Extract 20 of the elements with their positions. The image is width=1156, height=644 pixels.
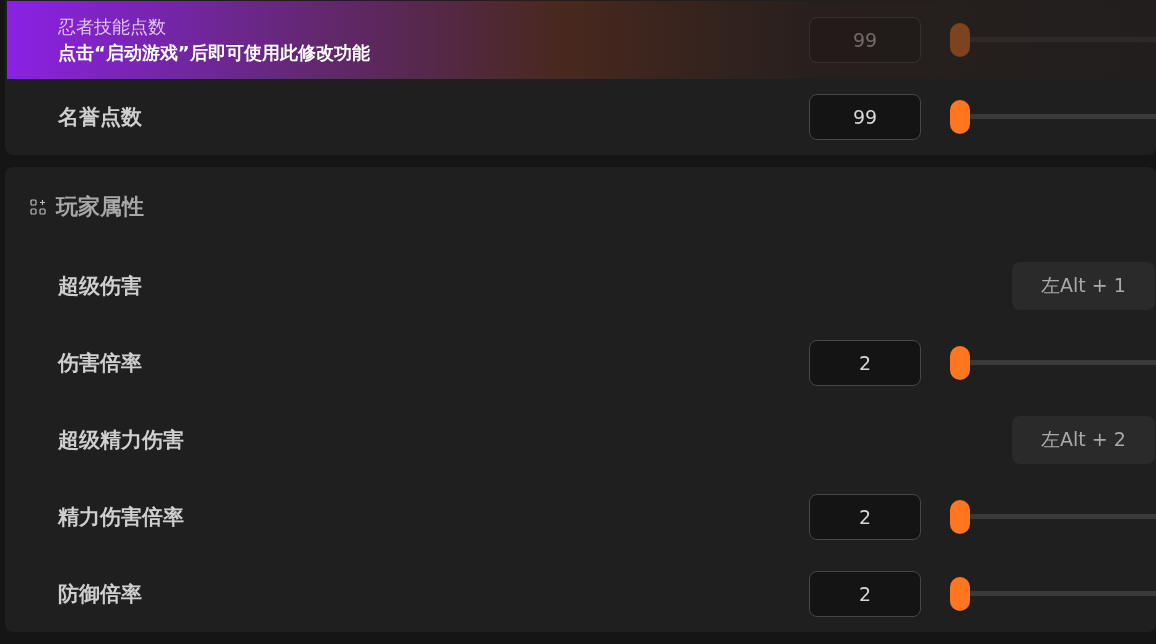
setting-label: 超级精力伤害 bbox=[58, 426, 185, 454]
setting-label: 伤害倍率 bbox=[58, 349, 143, 377]
section-title: 玩家属性 bbox=[56, 193, 144, 221]
setting-label: 精力伤害倍率 bbox=[58, 503, 185, 531]
notification-message: 点击“启动游戏”后即可使用此修改功能 bbox=[58, 41, 371, 65]
slider-thumb[interactable] bbox=[950, 499, 970, 534]
slider-thumb[interactable] bbox=[950, 99, 970, 134]
value-field[interactable]: 2 bbox=[809, 570, 921, 617]
slider-thumb[interactable] bbox=[950, 345, 970, 380]
hotkey-button[interactable]: 左Alt + 2 bbox=[1012, 415, 1155, 464]
grid-icon bbox=[30, 199, 46, 215]
setting-label: 防御倍率 bbox=[58, 580, 143, 608]
hotkey-button[interactable]: 左Alt + 1 bbox=[1012, 261, 1155, 310]
notification-title: 忍者技能点数 bbox=[58, 15, 167, 39]
setting-label: 超级伤害 bbox=[58, 272, 143, 300]
setting-label: 名誉点数 bbox=[58, 103, 143, 131]
value-field[interactable]: 99 bbox=[809, 93, 921, 140]
slider-thumb[interactable] bbox=[950, 576, 970, 611]
value-field[interactable]: 2 bbox=[809, 493, 921, 540]
value-field[interactable]: 2 bbox=[809, 339, 921, 386]
